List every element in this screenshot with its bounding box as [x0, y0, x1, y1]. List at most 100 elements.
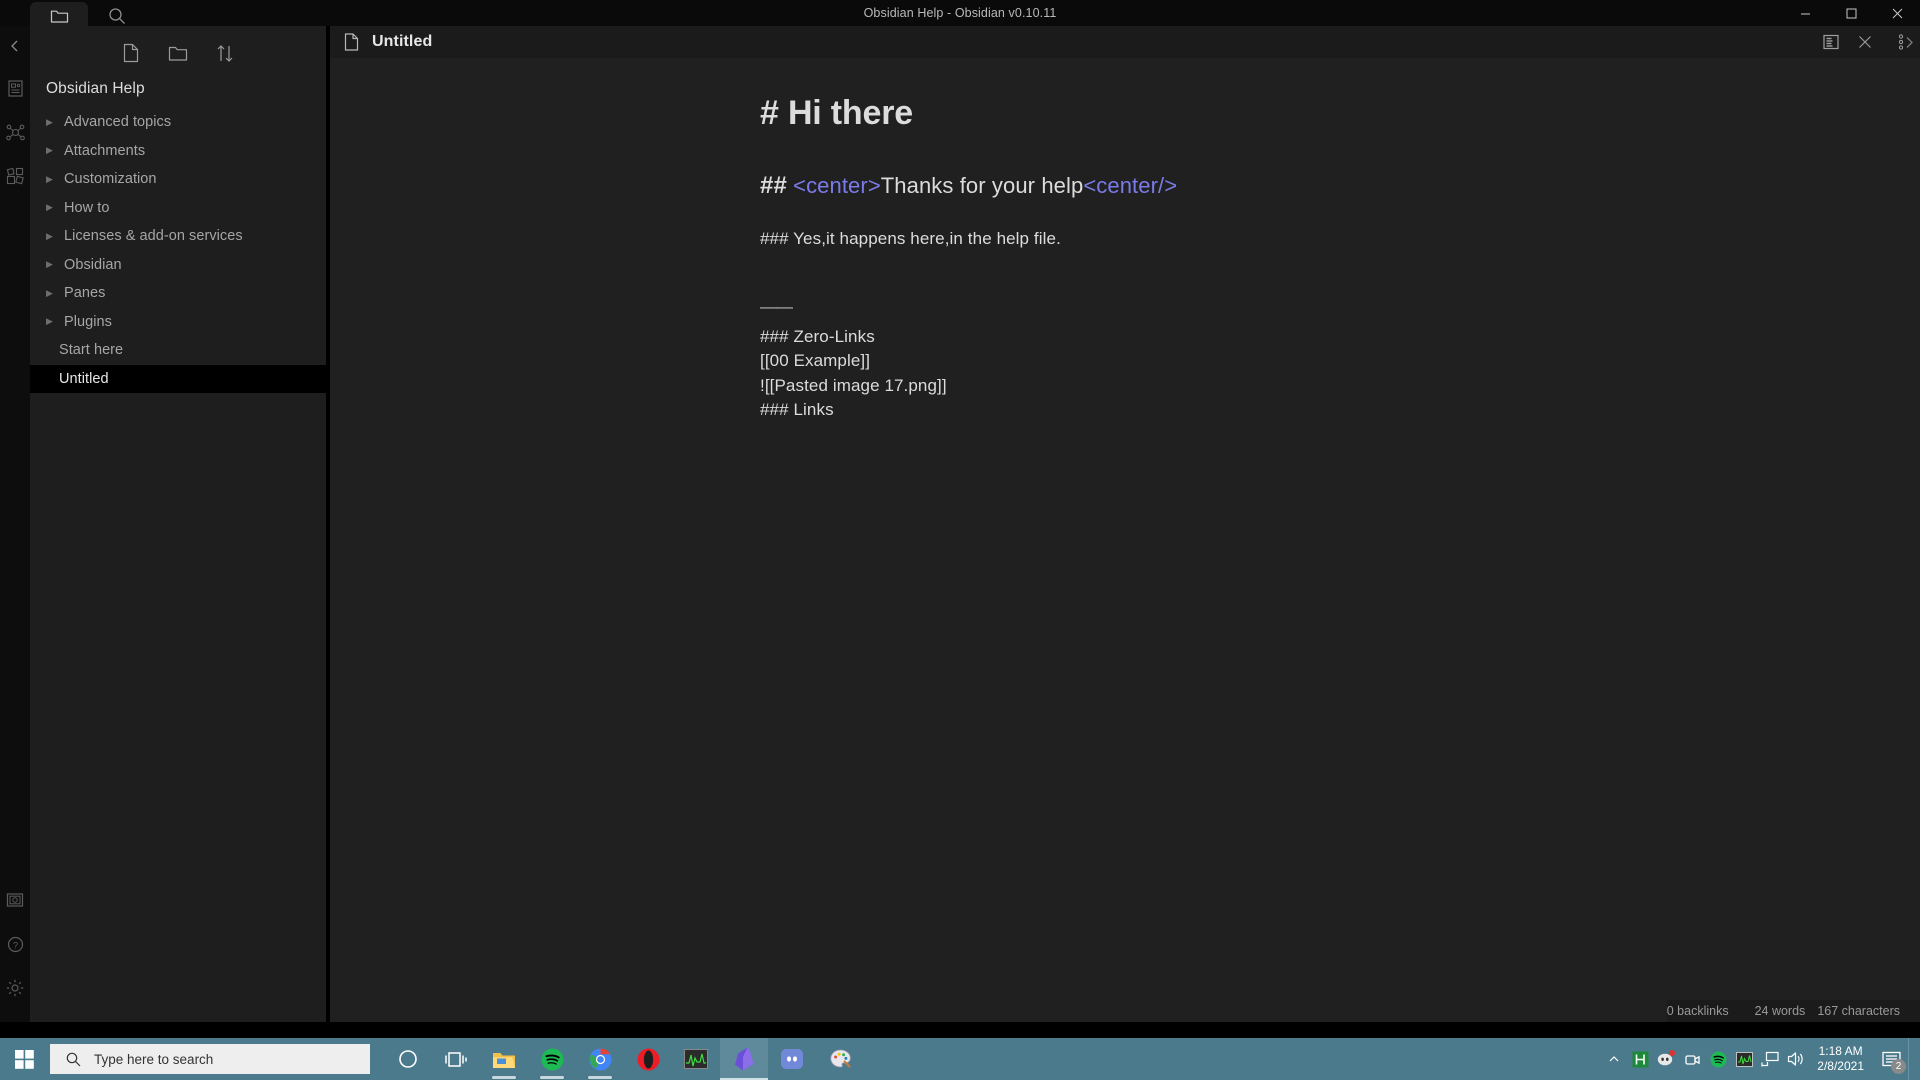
nav-folder-label: Obsidian: [64, 256, 122, 273]
quick-switcher-icon[interactable]: [0, 66, 30, 110]
obsidian-icon[interactable]: [720, 1038, 768, 1080]
discord-tray-icon[interactable]: [1653, 1038, 1679, 1080]
camera-tray-icon[interactable]: [1679, 1038, 1705, 1080]
files-tab[interactable]: [30, 2, 88, 30]
nav-folder-label: How to: [64, 199, 110, 216]
nav-folder-attachments[interactable]: ▶ Attachments: [30, 137, 326, 166]
search-icon: [66, 1052, 81, 1066]
heading-text: Thanks for your help: [880, 173, 1084, 198]
sidebar-toolbar: [30, 26, 326, 74]
chevron-right-icon[interactable]: ▶: [46, 288, 64, 299]
search-placeholder: Type here to search: [94, 1051, 214, 1067]
editor-line-links: ### Links: [760, 400, 834, 419]
clock[interactable]: 1:18 AM 2/8/2021: [1809, 1044, 1874, 1074]
chevron-right-icon[interactable]: ▶: [46, 117, 64, 128]
nav-folder-label: Customization: [64, 171, 157, 188]
hyper-v-icon[interactable]: [1627, 1038, 1653, 1080]
close-icon[interactable]: [1874, 0, 1920, 26]
word-count[interactable]: 24 words: [1755, 1004, 1806, 1018]
chevron-right-icon[interactable]: ▶: [46, 145, 64, 156]
nav-folder-plugins[interactable]: ▶ Plugins: [30, 308, 326, 337]
backlinks-count[interactable]: 0 backlinks: [1667, 1004, 1729, 1018]
sidebar-tabs: [30, 0, 146, 30]
main-workspace: Untitled # Hi there ## <center>Thanks fo…: [330, 26, 1920, 1022]
editor-blank-line: [760, 276, 1490, 301]
windows-taskbar: Type here to search 1:18 AM 2/8/2021 2: [0, 1038, 1920, 1080]
graph-view-icon[interactable]: [0, 110, 30, 154]
nav-folder-panes[interactable]: ▶ Panes: [30, 279, 326, 308]
editor-line-zero-links: ### Zero-Links: [760, 326, 875, 346]
chevron-right-icon[interactable]: ▶: [46, 231, 64, 242]
clock-time: 1:18 AM: [1818, 1044, 1863, 1058]
window-controls: [1782, 0, 1920, 26]
chevron-right-icon[interactable]: ▶: [46, 259, 64, 270]
sort-icon[interactable]: [216, 44, 234, 63]
vault-switcher-icon[interactable]: [0, 878, 30, 922]
spotify-tray-icon[interactable]: [1705, 1038, 1731, 1080]
windows-start-icon[interactable]: [0, 1038, 48, 1080]
file-explorer-icon[interactable]: [480, 1038, 528, 1080]
show-desktop-button[interactable]: [1908, 1038, 1916, 1080]
left-ribbon: ?: [0, 26, 30, 1022]
markdown-editor[interactable]: # Hi there ## <center>Thanks for your he…: [330, 58, 1920, 1022]
collapse-sidebar-icon[interactable]: [0, 26, 30, 66]
network-icon[interactable]: [1757, 1038, 1783, 1080]
left-sidebar: Obsidian Help ▶ Advanced topics ▶ Attach…: [30, 2, 326, 1022]
close-pane-icon[interactable]: [1848, 26, 1882, 58]
character-count[interactable]: 167 characters: [1817, 1004, 1900, 1018]
chrome-icon[interactable]: [576, 1038, 624, 1080]
search-input[interactable]: Type here to search: [50, 1044, 370, 1074]
nav-folder-obsidian[interactable]: ▶ Obsidian: [30, 251, 326, 280]
html-close-tag: <center/>: [1083, 173, 1178, 198]
nav-folder-label: Advanced topics: [64, 114, 172, 131]
vault-title: Obsidian Help: [46, 80, 145, 97]
file-icon: [344, 33, 359, 51]
editor-content: # Hi there ## <center>Thanks for your he…: [760, 58, 1490, 423]
discord-icon[interactable]: [768, 1038, 816, 1080]
volume-icon[interactable]: [1783, 1038, 1809, 1080]
settings-icon[interactable]: [0, 966, 30, 1010]
expand-right-sidebar-icon[interactable]: [1903, 36, 1916, 52]
maximize-icon[interactable]: [1828, 0, 1874, 26]
opera-icon[interactable]: [624, 1038, 672, 1080]
nav-file-start-here[interactable]: Start here: [30, 336, 326, 365]
clock-date: 2/8/2021: [1817, 1059, 1864, 1073]
plugins-icon[interactable]: [0, 154, 30, 198]
help-icon[interactable]: ?: [0, 922, 30, 966]
nav-file-label: Start here: [59, 342, 124, 359]
nav-folder-licenses-add-on-services[interactable]: ▶ Licenses & add-on services: [30, 222, 326, 251]
nav-folder-label: Licenses & add-on services: [64, 228, 243, 245]
window-titlebar: ← → Obsidian Help - Obsidian v0.10.11: [0, 0, 1920, 26]
spotify-icon[interactable]: [528, 1038, 576, 1080]
view-header: Untitled: [330, 26, 1920, 58]
nav-folder-label: Panes: [64, 285, 106, 302]
new-file-icon[interactable]: [122, 43, 140, 63]
taskbar-apps: [384, 1038, 864, 1080]
new-folder-icon[interactable]: [168, 44, 188, 63]
task-view-icon[interactable]: [432, 1038, 480, 1080]
action-center-icon[interactable]: 2: [1874, 1038, 1908, 1080]
editor-blank-line: [760, 136, 1490, 170]
editor-blank-line: [760, 202, 1490, 227]
task-manager-icon[interactable]: [672, 1038, 720, 1080]
chevron-right-icon[interactable]: ▶: [46, 316, 64, 327]
nav-folder-customization[interactable]: ▶ Customization: [30, 165, 326, 194]
reading-view-icon[interactable]: [1814, 26, 1848, 58]
html-open-tag: <center>: [793, 173, 881, 198]
paint-icon[interactable]: [816, 1038, 864, 1080]
editor-line-pasted-image: ![[Pasted image 17.png]]: [760, 375, 947, 395]
nav-file-label: Untitled: [59, 370, 109, 387]
chevron-right-icon[interactable]: ▶: [46, 202, 64, 213]
task-manager-tray-icon[interactable]: [1731, 1038, 1757, 1080]
chevron-up-icon[interactable]: [1601, 1038, 1627, 1080]
nav-folder-how-to[interactable]: ▶ How to: [30, 194, 326, 223]
nav-folder-advanced-topics[interactable]: ▶ Advanced topics: [30, 108, 326, 137]
cortana-icon[interactable]: [384, 1038, 432, 1080]
nav-file-untitled[interactable]: Untitled: [30, 364, 326, 393]
chevron-right-icon[interactable]: ▶: [46, 174, 64, 185]
nav-folder-label: Plugins: [64, 313, 112, 330]
editor-line-heading2: ## <center>Thanks for your help<center/>: [760, 170, 1490, 202]
editor-line-heading1: # Hi there: [760, 94, 913, 132]
search-tab[interactable]: [88, 2, 146, 30]
minimize-icon[interactable]: [1782, 0, 1828, 26]
